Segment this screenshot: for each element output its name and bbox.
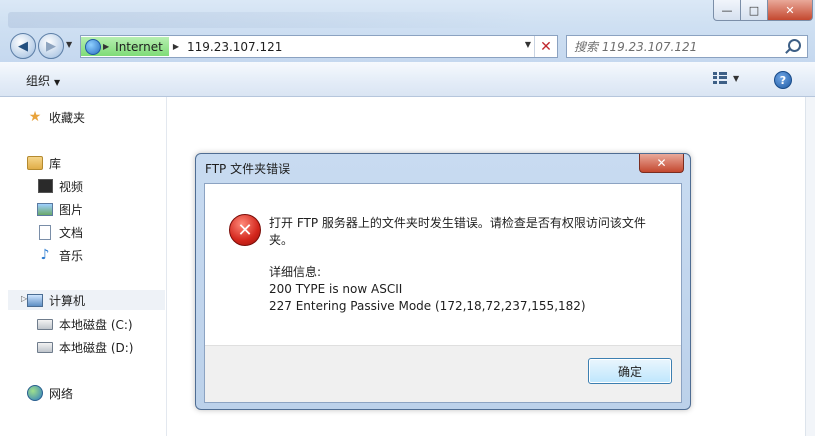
sidebar-item-label: 本地磁盘 (C:) [59, 317, 133, 332]
window-title-area [8, 12, 528, 28]
dialog-body: ✕ 打开 FTP 服务器上的文件夹时发生错误。请检查是否有权限访问该文件夹。 详… [204, 183, 682, 403]
error-icon: ✕ [229, 214, 261, 246]
sidebar-item-videos[interactable]: 视频 [37, 176, 83, 196]
close-icon: ✕ [540, 38, 552, 55]
computer-icon [27, 293, 43, 307]
detail-line: 200 TYPE is now ASCII [269, 282, 403, 296]
close-window-button[interactable]: ✕ [768, 0, 813, 21]
address-dropdown-icon[interactable]: ▼ [525, 40, 531, 49]
sidebar-item-drive-d[interactable]: 本地磁盘 (D:) [37, 337, 133, 357]
dialog-title: FTP 文件夹错误 [205, 162, 291, 176]
search-icon[interactable] [788, 39, 801, 52]
breadcrumb-arrow-icon[interactable]: ▶ [173, 42, 179, 51]
video-icon [37, 179, 53, 193]
network-icon [27, 385, 43, 401]
picture-icon [37, 202, 53, 216]
search-placeholder: 搜索 119.23.107.121 [574, 40, 698, 54]
internet-globe-icon [85, 39, 101, 55]
sidebar-item-label: 本地磁盘 (D:) [59, 340, 134, 355]
minimize-button[interactable]: — [713, 0, 741, 21]
sidebar-item-label: 音乐 [59, 248, 84, 263]
sidebar-item-label: 收藏夹 [49, 110, 86, 125]
arrow-right-icon: ▶ [46, 38, 56, 54]
error-details: 详细信息: 200 TYPE is now ASCII 227 Entering… [269, 264, 586, 315]
detail-heading: 详细信息: [269, 265, 322, 279]
dialog-footer: 确定 [205, 345, 681, 402]
breadcrumb-arrow-icon: ▶ [103, 42, 110, 51]
system-drive-icon [37, 317, 53, 331]
view-details-icon [713, 72, 727, 84]
music-note-icon: ♪ [40, 247, 50, 263]
sidebar-item-label: 视频 [59, 179, 84, 194]
arrow-left-icon: ◀ [18, 38, 28, 54]
sidebar-item-libraries[interactable]: 库 [27, 153, 61, 173]
detail-line: 227 Entering Passive Mode (172,18,72,237… [269, 299, 586, 313]
window-titlebar: — □ ✕ ◀ ▶ ▼ ▶ Internet ▶ 119.23.107.121 … [0, 0, 815, 62]
vertical-scrollbar[interactable] [805, 97, 815, 436]
ok-button[interactable]: 确定 [588, 358, 672, 384]
sidebar-item-label: 库 [49, 156, 62, 171]
chevron-down-icon: ▼ [54, 78, 61, 87]
help-button[interactable]: ? [774, 71, 792, 89]
organize-label: 组织 [26, 74, 51, 88]
sidebar-item-pictures[interactable]: 图片 [37, 199, 83, 219]
expand-arrow-icon[interactable]: ▷ [21, 294, 27, 303]
search-input[interactable]: 搜索 119.23.107.121 [566, 35, 808, 58]
chevron-down-icon: ▼ [733, 73, 740, 83]
sidebar-item-music[interactable]: ♪ 音乐 [37, 245, 83, 265]
address-bar[interactable]: ▶ Internet ▶ 119.23.107.121 ▼ ✕ [80, 35, 558, 58]
maximize-button[interactable]: □ [741, 0, 768, 21]
ftp-error-dialog: FTP 文件夹错误 ✕ ✕ 打开 FTP 服务器上的文件夹时发生错误。请检查是否… [195, 153, 691, 410]
navigation-pane: ★ 收藏夹 库 视频 图片 文档 ♪ 音乐 ▷ 计算机 本地磁盘 (C:) 本地… [0, 97, 167, 436]
address-root-segment[interactable]: ▶ Internet [81, 37, 169, 56]
library-folder-icon [27, 156, 43, 170]
sidebar-item-label: 网络 [49, 386, 74, 401]
sidebar-item-drive-c[interactable]: 本地磁盘 (C:) [37, 314, 133, 334]
sidebar-item-network[interactable]: 网络 [27, 383, 73, 403]
sidebar-item-label: 计算机 [49, 293, 86, 308]
sidebar-item-label: 文档 [59, 225, 84, 240]
back-button[interactable]: ◀ [10, 33, 36, 59]
sidebar-item-computer[interactable]: ▷ 计算机 [8, 290, 165, 310]
address-path[interactable]: 119.23.107.121 [187, 40, 282, 54]
sidebar-item-label: 图片 [59, 202, 84, 217]
command-bar: 组织 ▼ ▼ ? [0, 62, 815, 97]
drive-icon [37, 340, 53, 354]
error-message: 打开 FTP 服务器上的文件夹时发生错误。请检查是否有权限访问该文件夹。 [269, 216, 646, 247]
address-root-label: Internet [115, 39, 163, 54]
document-icon [37, 224, 53, 240]
change-view-button[interactable]: ▼ [713, 72, 739, 84]
sidebar-item-documents[interactable]: 文档 [37, 222, 83, 242]
organize-button[interactable]: 组织 ▼ [26, 72, 60, 89]
forward-button[interactable]: ▶ [38, 33, 64, 59]
dialog-close-button[interactable]: ✕ [639, 154, 684, 173]
recent-pages-dropdown[interactable]: ▼ [66, 40, 72, 49]
star-icon: ★ [28, 109, 42, 125]
sidebar-item-favorites[interactable]: ★ 收藏夹 [27, 107, 85, 127]
stop-button[interactable]: ✕ [534, 36, 557, 57]
window-controls: — □ ✕ [713, 0, 813, 21]
